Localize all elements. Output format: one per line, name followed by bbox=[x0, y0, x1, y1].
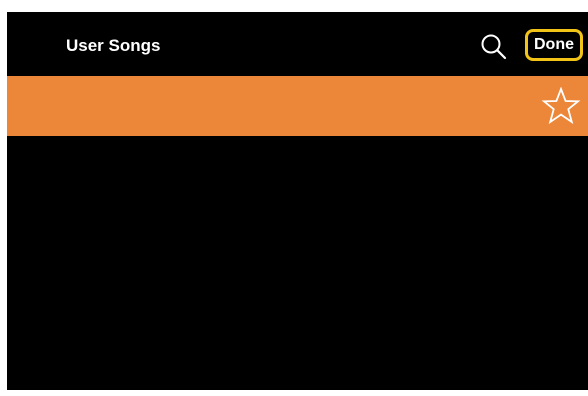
user-songs-screen: User Songs Done bbox=[7, 12, 588, 390]
page-title: User Songs bbox=[66, 36, 161, 55]
song-list-empty-area bbox=[7, 136, 588, 390]
navigation-bar: User Songs Done bbox=[7, 12, 588, 76]
search-icon[interactable] bbox=[479, 32, 509, 62]
star-outline-icon[interactable] bbox=[541, 87, 581, 125]
done-button[interactable]: Done bbox=[525, 29, 583, 61]
list-item[interactable] bbox=[7, 76, 588, 136]
